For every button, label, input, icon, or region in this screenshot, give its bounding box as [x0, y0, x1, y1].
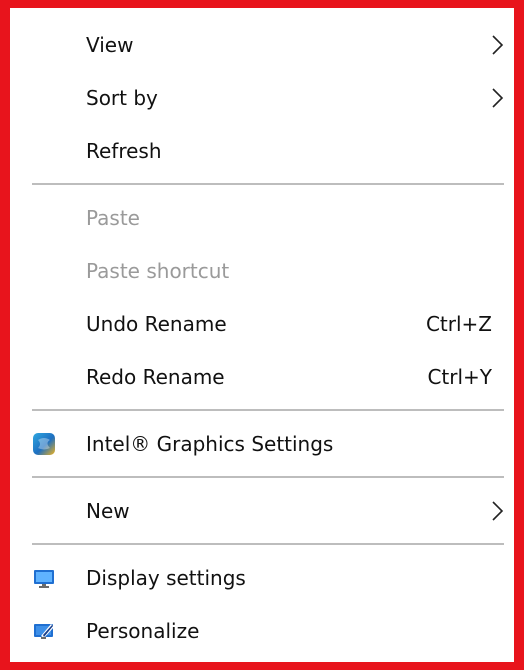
menu-separator — [32, 543, 504, 545]
chevron-right-icon — [492, 87, 504, 108]
desktop-context-menu: View Sort by Refresh Paste Paste shortcu… — [22, 18, 512, 657]
menu-item-view[interactable]: View — [22, 18, 512, 71]
keyboard-shortcut: Ctrl+Y — [427, 364, 492, 389]
menu-separator — [32, 409, 504, 411]
menu-separator — [32, 183, 504, 185]
menu-item-personalize[interactable]: Personalize — [22, 604, 512, 657]
personalize-icon — [34, 623, 54, 639]
menu-item-label: Undo Rename — [86, 311, 227, 336]
menu-item-label: Sort by — [86, 85, 158, 110]
menu-item-label: View — [86, 32, 134, 57]
menu-item-label: Paste shortcut — [86, 258, 230, 283]
display-icon — [34, 569, 54, 588]
menu-item-paste: Paste — [22, 191, 512, 244]
menu-item-refresh[interactable]: Refresh — [22, 124, 512, 177]
menu-item-label: Paste — [86, 205, 140, 230]
menu-item-intel-graphics-settings[interactable]: Intel® Graphics Settings — [22, 417, 512, 470]
menu-item-label: Refresh — [86, 138, 162, 163]
menu-item-label: Personalize — [86, 618, 200, 643]
menu-item-paste-shortcut: Paste shortcut — [22, 244, 512, 297]
menu-item-undo-rename[interactable]: Undo Rename Ctrl+Z — [22, 297, 512, 350]
menu-separator — [32, 476, 504, 478]
menu-item-new[interactable]: New — [22, 484, 512, 537]
menu-item-label: Display settings — [86, 565, 246, 590]
intel-graphics-icon — [33, 432, 55, 455]
chevron-right-icon — [492, 500, 504, 521]
menu-item-label: Intel® Graphics Settings — [86, 431, 334, 456]
menu-item-sort-by[interactable]: Sort by — [22, 71, 512, 124]
menu-item-redo-rename[interactable]: Redo Rename Ctrl+Y — [22, 350, 512, 403]
menu-item-display-settings[interactable]: Display settings — [22, 551, 512, 604]
menu-item-label: New — [86, 498, 130, 523]
chevron-right-icon — [492, 34, 504, 55]
keyboard-shortcut: Ctrl+Z — [425, 311, 492, 336]
menu-item-label: Redo Rename — [86, 364, 225, 389]
